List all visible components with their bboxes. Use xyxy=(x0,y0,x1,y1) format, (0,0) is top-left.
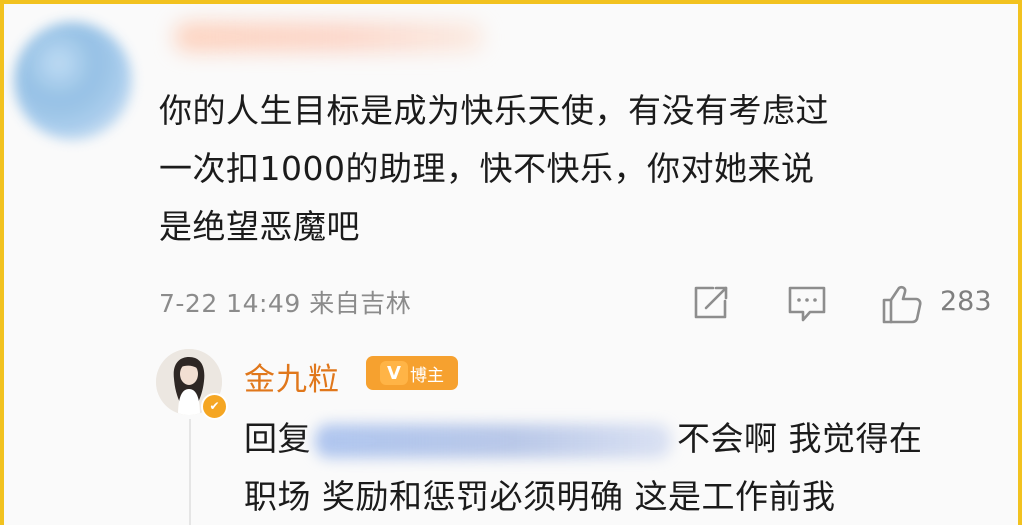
comment-line: 你的人生目标是成为快乐天使，有没有考虑过 xyxy=(159,91,829,130)
share-icon[interactable] xyxy=(689,282,731,324)
thumbs-up-icon[interactable] xyxy=(880,282,924,326)
comment-meta: 7-22 14:49 来自吉林 xyxy=(159,284,411,320)
reply-line-text: 不会啊 我觉得在 xyxy=(677,419,923,458)
reply-body: 回复 不会啊 我觉得在 职场 奖励和惩罚必须明确 这是工作前我 xyxy=(244,410,1014,525)
reply-line: 职场 奖励和惩罚必须明确 这是工作前我 xyxy=(244,477,836,516)
blogger-badge-label: 博主 xyxy=(410,365,444,386)
reply-line: 回复 不会啊 我觉得在 xyxy=(244,410,1014,468)
comment-body: 你的人生目标是成为快乐天使，有没有考虑过 一次扣1000的助理，快不快乐，你对她… xyxy=(159,82,1009,256)
reply-prefix: 回复 xyxy=(244,419,311,458)
comment-location: 来自吉林 xyxy=(309,289,412,318)
like-count: 283 xyxy=(940,286,992,317)
mentioned-user-blurred[interactable] xyxy=(315,423,671,458)
reply-author-name[interactable]: 金九粒 xyxy=(244,354,340,399)
commenter-name-blurred xyxy=(174,22,484,52)
comment-icon[interactable] xyxy=(785,282,829,326)
comment-line: 一次扣1000的助理，快不快乐，你对她来说 xyxy=(159,149,815,188)
verified-badge-icon: ✔ xyxy=(201,393,228,420)
comment-line: 是绝望恶魔吧 xyxy=(159,207,360,246)
blogger-badge: V 博主 xyxy=(366,356,458,390)
vip-badge-icon: V xyxy=(380,361,408,385)
thread-divider xyxy=(189,419,191,525)
comment-card: 你的人生目标是成为快乐天使，有没有考虑过 一次扣1000的助理，快不快乐，你对她… xyxy=(4,4,1018,525)
commenter-avatar[interactable] xyxy=(14,22,132,140)
comment-timestamp: 7-22 14:49 xyxy=(159,289,301,318)
